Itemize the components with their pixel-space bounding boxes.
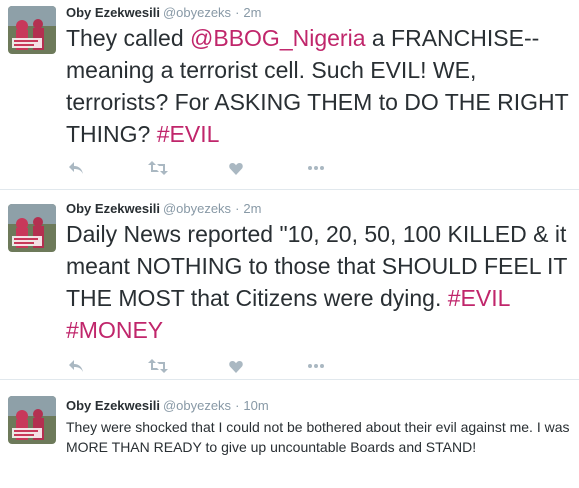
tweet-actions	[66, 158, 366, 178]
tweet-text: They called @BBOG_Nigeria a FRANCHISE-- …	[66, 22, 574, 150]
hashtag-link[interactable]: #EVIL	[157, 121, 220, 147]
like-icon	[229, 162, 243, 175]
tweet-text: Daily News reported "10, 20, 50, 100 KIL…	[66, 218, 574, 346]
author-handle[interactable]: @obyezeks	[163, 398, 231, 413]
reply-icon	[69, 162, 83, 174]
author-name[interactable]: Oby Ezekwesili	[66, 5, 160, 20]
separator-dot: ·	[235, 398, 240, 413]
tweet-timestamp[interactable]: 2m	[243, 5, 261, 20]
reply-button[interactable]	[66, 158, 86, 178]
tweet-text-segment: They called	[66, 25, 191, 51]
reply-button[interactable]	[66, 356, 86, 376]
reply-icon	[69, 360, 83, 372]
retweet-icon	[148, 161, 168, 175]
tweet-timeline: Oby Ezekwesili @obyezeks · 2m They called @…	[0, 0, 579, 488]
tweet-timestamp[interactable]: 2m	[243, 201, 261, 216]
separator-dot: ·	[235, 5, 240, 20]
mention-link[interactable]: @BBOG_Nigeria	[190, 25, 365, 51]
avatar[interactable]	[8, 204, 56, 252]
avatar[interactable]	[8, 6, 56, 54]
like-button[interactable]	[226, 158, 246, 178]
author-name[interactable]: Oby Ezekwesili	[66, 201, 160, 216]
tweet-text-segment: They were shocked that I could not be bo…	[66, 419, 570, 455]
separator-dot: ·	[235, 201, 240, 216]
like-button[interactable]	[226, 356, 246, 376]
tweet[interactable]: Oby Ezekwesili @obyezeks · 2m They called @…	[0, 0, 579, 190]
tweet-header: Oby Ezekwesili @obyezeks · 2m	[66, 200, 261, 218]
tweet-header: Oby Ezekwesili @obyezeks · 10m	[66, 397, 269, 415]
more-button[interactable]	[306, 158, 326, 178]
like-icon	[229, 360, 243, 373]
tweet[interactable]: Oby Ezekwesili @obyezeks · 2m Daily News re…	[0, 190, 579, 380]
retweet-icon	[148, 359, 168, 373]
author-handle[interactable]: @obyezeks	[163, 201, 231, 216]
tweet-actions	[66, 356, 366, 376]
tweet[interactable]: Oby Ezekwesili @obyezeks · 10m They were sh…	[0, 380, 579, 488]
hashtag-link[interactable]: #MONEY	[66, 317, 163, 343]
hashtag-link[interactable]: #EVIL	[448, 285, 510, 311]
more-icon	[308, 364, 324, 368]
tweet-timestamp[interactable]: 10m	[243, 398, 268, 413]
author-name[interactable]: Oby Ezekwesili	[66, 398, 160, 413]
retweet-button[interactable]	[148, 158, 168, 178]
more-button[interactable]	[306, 356, 326, 376]
tweet-header: Oby Ezekwesili @obyezeks · 2m	[66, 4, 261, 22]
retweet-button[interactable]	[148, 356, 168, 376]
avatar[interactable]	[8, 396, 56, 444]
more-icon	[308, 166, 324, 170]
author-handle[interactable]: @obyezeks	[163, 5, 231, 20]
tweet-text: They were shocked that I could not be bo…	[66, 417, 574, 457]
